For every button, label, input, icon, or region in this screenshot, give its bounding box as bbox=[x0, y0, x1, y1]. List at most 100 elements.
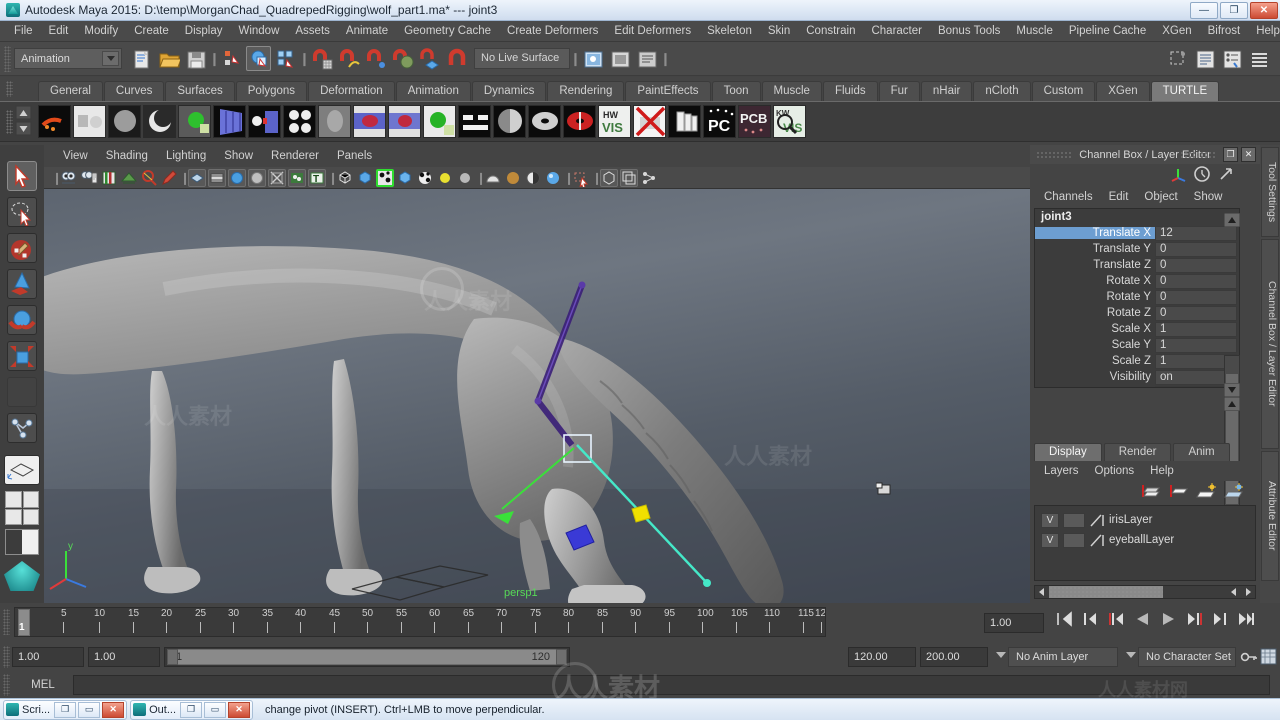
snap-to-projected-center-icon[interactable] bbox=[390, 46, 415, 71]
hardware-texturing-icon[interactable] bbox=[376, 168, 394, 187]
close-button[interactable]: ✕ bbox=[102, 701, 125, 718]
shelf-tab-toon[interactable]: Toon bbox=[711, 81, 761, 101]
shelf-tab-dynamics[interactable]: Dynamics bbox=[471, 81, 547, 101]
shelf-tab-turtle[interactable]: TURTLE bbox=[1150, 81, 1220, 101]
film-gate-icon[interactable] bbox=[208, 168, 226, 187]
turtle-occlusion-icon[interactable] bbox=[318, 105, 351, 138]
render-current-frame-icon[interactable] bbox=[580, 46, 605, 71]
texture-icon[interactable] bbox=[288, 168, 306, 187]
shelf-grip[interactable] bbox=[6, 110, 13, 134]
new-layer-icon[interactable] bbox=[1168, 483, 1190, 502]
layer-name[interactable]: eyeballLayer bbox=[1109, 534, 1174, 546]
xray-icon[interactable] bbox=[268, 168, 286, 187]
resolution-gate-icon[interactable] bbox=[228, 168, 246, 187]
turtle-render-icon[interactable] bbox=[73, 105, 106, 138]
channel-box-scroll-up-arrow[interactable] bbox=[1223, 212, 1241, 228]
no-render-icon[interactable] bbox=[633, 105, 666, 138]
minimize-button[interactable]: ▭ bbox=[78, 701, 101, 718]
go-to-end-icon[interactable] bbox=[1238, 611, 1255, 628]
layer-playback-toggle[interactable] bbox=[1063, 512, 1085, 528]
shelf-tab-muscle[interactable]: Muscle bbox=[761, 81, 822, 101]
layer-row-eyeball[interactable]: V eyeballLayer bbox=[1041, 530, 1255, 550]
smooth-shade-icon[interactable] bbox=[356, 169, 374, 187]
panel-drag-dots-right[interactable] bbox=[1180, 151, 1216, 158]
menu-muscle[interactable]: Muscle bbox=[1008, 21, 1060, 41]
layer-name[interactable]: irisLayer bbox=[1109, 514, 1152, 526]
command-line-label[interactable]: MEL bbox=[13, 679, 73, 691]
range-slider-grip[interactable] bbox=[3, 646, 10, 668]
menu-help[interactable]: Help bbox=[1248, 21, 1280, 41]
channel-box-menu-show[interactable]: Show bbox=[1186, 191, 1231, 203]
step-forward-keyframe-icon[interactable] bbox=[1212, 611, 1229, 628]
four-view-layout[interactable] bbox=[5, 491, 39, 525]
perspective-viewport[interactable]: y persp1 人人素材 人人素材 人人素材 bbox=[44, 189, 1030, 603]
playback-speed-field[interactable]: 1.00 bbox=[984, 613, 1044, 633]
scale-tool[interactable] bbox=[7, 341, 37, 371]
play-forwards-icon[interactable] bbox=[1160, 611, 1177, 628]
channel-value[interactable]: 12 bbox=[1155, 225, 1237, 241]
command-line-grip[interactable] bbox=[3, 673, 10, 696]
new-empty-layer-icon[interactable] bbox=[1196, 482, 1218, 502]
animation-start-time-field[interactable]: 1.00 bbox=[12, 647, 84, 667]
paint-select-tool[interactable] bbox=[7, 233, 37, 263]
new-scene-icon[interactable] bbox=[129, 46, 154, 71]
ipr-render-icon[interactable] bbox=[607, 46, 632, 71]
shelf-tab-animation[interactable]: Animation bbox=[395, 81, 471, 101]
turtle-red-icon[interactable] bbox=[388, 105, 421, 138]
shelf-tab-fluids[interactable]: Fluids bbox=[822, 81, 878, 101]
layer-menu-options[interactable]: Options bbox=[1087, 465, 1143, 477]
layout-two-pane-icon[interactable] bbox=[5, 508, 22, 525]
channel-value[interactable]: 0 bbox=[1155, 273, 1237, 289]
select-camera-icon[interactable] bbox=[60, 169, 78, 187]
new-layer-from-selected-icon[interactable] bbox=[1140, 483, 1162, 502]
menu-bonus-tools[interactable]: Bonus Tools bbox=[930, 21, 1008, 41]
layout-three-pane-icon[interactable] bbox=[22, 508, 39, 525]
outliner-persp-layout[interactable] bbox=[5, 529, 39, 555]
xray-mode-icon[interactable] bbox=[600, 168, 618, 187]
channel-row-scale-x[interactable]: Scale X 1 bbox=[1035, 321, 1239, 337]
grease-pencil-icon[interactable] bbox=[160, 169, 178, 187]
viewport-menu-lighting[interactable]: Lighting bbox=[157, 146, 215, 167]
restore-button[interactable]: ❐ bbox=[54, 701, 77, 718]
channel-box-menu-channels[interactable]: Channels bbox=[1036, 191, 1101, 203]
layer-scroll-thumb[interactable] bbox=[1049, 586, 1163, 598]
range-end-time-field[interactable]: 120.00 bbox=[848, 647, 916, 667]
move-tool[interactable] bbox=[7, 269, 37, 299]
select-by-hierarchy-icon[interactable] bbox=[219, 46, 244, 71]
channel-value[interactable]: 0 bbox=[1155, 305, 1237, 321]
channel-box-list[interactable]: joint3 Translate X 12 Translate Y 0 Tran… bbox=[1034, 208, 1240, 388]
pc-icon[interactable]: PC bbox=[703, 105, 736, 138]
range-slider-handle-area[interactable]: 1 120 bbox=[167, 649, 567, 665]
scroll-left-arrow-icon[interactable] bbox=[1035, 586, 1049, 598]
turtle-green-icon[interactable] bbox=[178, 105, 211, 138]
snap-to-grid-icon[interactable] bbox=[309, 46, 334, 71]
channel-row-rotate-y[interactable]: Rotate Y 0 bbox=[1035, 289, 1239, 305]
character-set-field[interactable]: No Character Set bbox=[1138, 647, 1236, 667]
layout-quad-icon[interactable] bbox=[5, 491, 22, 508]
menu-window[interactable]: Window bbox=[230, 21, 287, 41]
turtle-shader-icon[interactable] bbox=[143, 105, 176, 138]
channel-value[interactable]: 1 bbox=[1155, 337, 1237, 353]
channel-value[interactable]: 0 bbox=[1155, 257, 1237, 273]
close-button[interactable]: ✕ bbox=[1250, 2, 1278, 19]
channel-row-scale-y[interactable]: Scale Y 1 bbox=[1035, 337, 1239, 353]
isolate-select-icon[interactable] bbox=[572, 169, 590, 187]
layer-tab-display[interactable]: Display bbox=[1034, 443, 1102, 461]
channel-row-radius[interactable]: Radius 1.069 bbox=[1035, 385, 1239, 387]
camera-attributes-icon[interactable] bbox=[80, 169, 98, 187]
menu-pipeline-cache[interactable]: Pipeline Cache bbox=[1061, 21, 1154, 41]
tool-settings-icon[interactable] bbox=[1219, 46, 1244, 71]
shelf-overflow-arrows[interactable] bbox=[14, 104, 34, 138]
snap-to-view-plane-icon[interactable] bbox=[417, 46, 442, 71]
select-tool[interactable] bbox=[7, 161, 37, 191]
range-start-handle[interactable] bbox=[167, 649, 178, 665]
wireframe-icon[interactable] bbox=[188, 168, 206, 187]
attribute-editor-icon[interactable] bbox=[1192, 46, 1217, 71]
menu-xgen[interactable]: XGen bbox=[1154, 21, 1199, 41]
viewport-menu-show[interactable]: Show bbox=[215, 146, 262, 167]
viewport-menu-shading[interactable]: Shading bbox=[97, 146, 157, 167]
menu-file[interactable]: File bbox=[6, 21, 41, 41]
layer-visibility-toggle[interactable]: V bbox=[1041, 512, 1059, 528]
pcb-icon[interactable]: PCB bbox=[738, 105, 771, 138]
image-plane-icon[interactable] bbox=[120, 169, 138, 187]
